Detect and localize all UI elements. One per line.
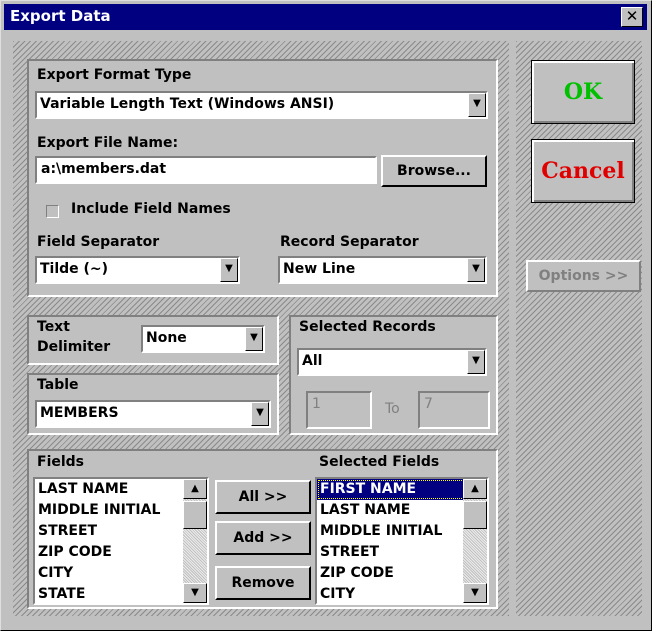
record-separator-label: Record Separator: [280, 234, 419, 250]
close-icon[interactable]: ✕: [621, 7, 643, 27]
scroll-up-icon[interactable]: ▲: [463, 479, 487, 499]
file-name-label: Export File Name:: [37, 135, 179, 151]
record-to-label: To: [385, 401, 400, 417]
table-combo[interactable]: MEMBERS ▼: [35, 400, 271, 428]
list-item[interactable]: MIDDLE INITIAL: [317, 521, 487, 542]
file-name-value: a:\members.dat: [41, 161, 167, 177]
hatched-sidebar: [516, 41, 642, 616]
text-delimiter-label-line1: Text: [37, 319, 70, 335]
add-all-button[interactable]: All >>: [215, 480, 311, 514]
selected-fields-items: FIRST NAME LAST NAME MIDDLE INITIAL STRE…: [317, 479, 487, 603]
list-item-selected[interactable]: FIRST NAME: [317, 479, 487, 500]
dropdown-arrow-icon[interactable]: ▼: [220, 258, 238, 282]
title-bar[interactable]: Export Data ✕: [4, 4, 647, 30]
record-separator-combo[interactable]: New Line ▼: [278, 256, 487, 284]
scroll-down-icon[interactable]: ▼: [463, 583, 487, 603]
fields-listbox[interactable]: LAST NAME MIDDLE INITIAL STREET ZIP CODE…: [33, 477, 209, 605]
list-item[interactable]: LAST NAME: [317, 500, 487, 521]
cancel-button-label: Cancel: [541, 158, 625, 184]
selected-fields-scrollbar[interactable]: ▲ ▼: [463, 479, 487, 603]
text-delimiter-label-line2: Delimiter: [37, 339, 111, 355]
include-field-names-label[interactable]: Include Field Names: [71, 201, 231, 217]
table-value: MEMBERS: [40, 405, 119, 421]
field-separator-combo[interactable]: Tilde (~) ▼: [35, 256, 240, 284]
selected-fields-label: Selected Fields: [319, 454, 440, 470]
record-from-value: 1: [312, 396, 321, 412]
scroll-thumb[interactable]: [463, 501, 487, 529]
scroll-thumb[interactable]: [183, 501, 207, 529]
selected-fields-listbox[interactable]: FIRST NAME LAST NAME MIDDLE INITIAL STRE…: [315, 477, 489, 605]
list-item[interactable]: STREET: [317, 542, 487, 563]
selected-records-value: All: [302, 353, 323, 369]
scroll-down-icon[interactable]: ▼: [183, 583, 207, 603]
text-delimiter-combo[interactable]: None ▼: [141, 325, 265, 353]
list-item[interactable]: MIDDLE INITIAL: [35, 500, 207, 521]
record-to-input[interactable]: 7: [418, 391, 490, 429]
list-item[interactable]: CITY: [35, 563, 207, 584]
remove-button[interactable]: Remove: [215, 566, 311, 600]
include-field-names-checkbox[interactable]: [46, 205, 59, 218]
dropdown-arrow-icon[interactable]: ▼: [467, 350, 485, 374]
file-name-input[interactable]: a:\members.dat: [35, 156, 377, 184]
text-delimiter-value: None: [146, 330, 187, 346]
list-item[interactable]: ZIP CODE: [35, 542, 207, 563]
dropdown-arrow-icon[interactable]: ▼: [251, 402, 269, 426]
browse-button[interactable]: Browse...: [381, 155, 487, 187]
selected-records-combo[interactable]: All ▼: [297, 348, 487, 376]
list-item[interactable]: ZIP CODE: [317, 563, 487, 584]
record-from-input[interactable]: 1: [306, 391, 372, 429]
field-separator-value: Tilde (~): [40, 261, 109, 277]
dropdown-arrow-icon[interactable]: ▼: [467, 258, 485, 282]
record-separator-value: New Line: [283, 261, 356, 277]
table-label: Table: [37, 377, 79, 393]
scroll-up-icon[interactable]: ▲: [183, 479, 207, 499]
fields-items: LAST NAME MIDDLE INITIAL STREET ZIP CODE…: [35, 479, 207, 603]
ok-button[interactable]: OK: [531, 60, 635, 124]
list-item[interactable]: STREET: [35, 521, 207, 542]
export-format-label: Export Format Type: [37, 67, 192, 83]
selected-records-label: Selected Records: [299, 319, 436, 335]
export-format-value: Variable Length Text (Windows ANSI): [40, 96, 335, 112]
export-data-dialog: Export Data ✕ Export Format Type Variabl…: [0, 0, 652, 631]
list-item[interactable]: STATE: [35, 584, 207, 603]
add-button[interactable]: Add >>: [215, 521, 311, 555]
ok-button-label: OK: [563, 79, 603, 105]
window-title: Export Data: [10, 7, 111, 25]
dropdown-arrow-icon[interactable]: ▼: [468, 93, 486, 117]
list-item[interactable]: CITY: [317, 584, 487, 603]
list-item[interactable]: LAST NAME: [35, 479, 207, 500]
record-to-value: 7: [424, 396, 433, 412]
dropdown-arrow-icon[interactable]: ▼: [245, 327, 263, 351]
field-separator-label: Field Separator: [37, 234, 160, 250]
fields-label: Fields: [37, 454, 85, 470]
options-button[interactable]: Options >>: [526, 260, 641, 292]
cancel-button[interactable]: Cancel: [531, 139, 635, 203]
fields-scrollbar[interactable]: ▲ ▼: [183, 479, 207, 603]
export-format-combo[interactable]: Variable Length Text (Windows ANSI) ▼: [35, 91, 488, 119]
